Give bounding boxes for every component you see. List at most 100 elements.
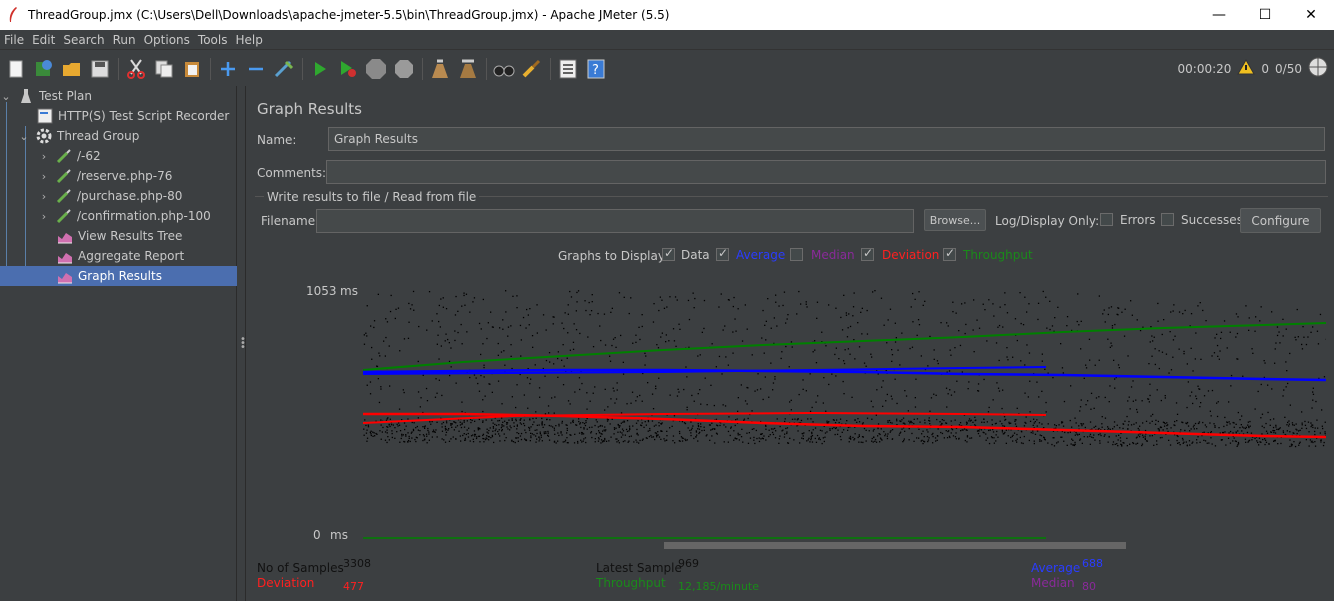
chevron-right-icon[interactable]: › bbox=[38, 190, 50, 203]
data-point bbox=[883, 324, 885, 326]
panel-splitter[interactable]: • • • bbox=[238, 86, 246, 601]
menu-tools[interactable]: Tools bbox=[196, 33, 234, 47]
tree-item-aggregate-report[interactable]: Aggregate Report bbox=[57, 246, 184, 266]
data-point bbox=[889, 308, 892, 310]
start-icon[interactable] bbox=[308, 57, 332, 81]
average-checkbox[interactable] bbox=[716, 246, 729, 261]
menu-edit[interactable]: Edit bbox=[30, 33, 61, 47]
menu-run[interactable]: Run bbox=[111, 33, 142, 47]
data-point bbox=[1289, 431, 1291, 433]
chevron-down-icon[interactable]: ⌄ bbox=[18, 130, 30, 143]
data-point bbox=[1206, 442, 1208, 444]
menu-file[interactable]: File bbox=[2, 33, 30, 47]
copy-icon[interactable] bbox=[152, 57, 176, 81]
data-point bbox=[1036, 430, 1039, 432]
shutdown-icon[interactable] bbox=[392, 57, 416, 81]
data-point bbox=[365, 424, 367, 427]
tree-item-request-2[interactable]: › /reserve.php-76 bbox=[38, 166, 172, 186]
data-point bbox=[539, 438, 541, 440]
expand-all-icon[interactable] bbox=[216, 57, 240, 81]
data-point bbox=[562, 384, 565, 386]
tree-item-view-results-tree[interactable]: View Results Tree bbox=[57, 226, 182, 246]
data-point bbox=[561, 422, 563, 424]
collapse-all-icon[interactable] bbox=[244, 57, 268, 81]
data-point bbox=[519, 373, 521, 376]
median-checkbox[interactable] bbox=[790, 248, 803, 261]
start-no-pauses-icon[interactable] bbox=[336, 57, 360, 81]
data-point bbox=[1168, 372, 1170, 374]
data-point bbox=[753, 428, 755, 430]
stop-icon[interactable] bbox=[364, 57, 388, 81]
data-point bbox=[816, 317, 818, 319]
search-binoculars-icon[interactable] bbox=[492, 57, 516, 81]
filename-field[interactable] bbox=[316, 209, 914, 233]
data-point bbox=[700, 423, 702, 425]
tree-item-recorder[interactable]: HTTP(S) Test Script Recorder bbox=[37, 106, 229, 126]
save-icon[interactable] bbox=[88, 57, 112, 81]
deviation-checkbox[interactable] bbox=[861, 246, 874, 261]
tree-item-test-plan[interactable]: ⌄ Test Plan bbox=[0, 86, 92, 106]
data-point bbox=[802, 438, 804, 440]
tree-item-request-3[interactable]: › /purchase.php-80 bbox=[38, 186, 182, 206]
tree-item-graph-results[interactable]: Graph Results bbox=[0, 266, 237, 286]
tree-item-thread-group[interactable]: ⌄ Thread Group bbox=[18, 126, 139, 146]
warning-icon[interactable] bbox=[1237, 58, 1256, 78]
data-point bbox=[1015, 439, 1017, 442]
configure-button[interactable]: Configure bbox=[1240, 208, 1321, 233]
open-icon[interactable] bbox=[60, 57, 84, 81]
clear-icon[interactable] bbox=[428, 57, 452, 81]
maximize-button[interactable]: ☐ bbox=[1242, 0, 1288, 30]
comments-field[interactable] bbox=[326, 160, 1326, 184]
data-point bbox=[809, 410, 812, 412]
tree-item-request-4[interactable]: › /confirmation.php-100 bbox=[38, 206, 211, 226]
chevron-right-icon[interactable]: › bbox=[38, 170, 50, 183]
data-point bbox=[953, 391, 956, 393]
data-point bbox=[1180, 429, 1182, 431]
data-point bbox=[1312, 441, 1314, 444]
cut-icon[interactable] bbox=[124, 57, 148, 81]
data-point bbox=[515, 437, 517, 439]
errors-checkbox[interactable] bbox=[1100, 213, 1113, 226]
data-point bbox=[1259, 320, 1261, 322]
menu-options[interactable]: Options bbox=[142, 33, 196, 47]
data-point bbox=[477, 382, 479, 385]
successes-checkbox[interactable] bbox=[1161, 213, 1174, 226]
data-point bbox=[1296, 308, 1298, 311]
browse-button[interactable]: Browse... bbox=[924, 209, 986, 231]
tree-item-request-1[interactable]: › /-62 bbox=[38, 146, 101, 166]
throughput-checkbox[interactable] bbox=[943, 246, 956, 261]
data-point bbox=[1284, 416, 1286, 418]
close-button[interactable]: ✕ bbox=[1288, 0, 1334, 30]
data-point bbox=[845, 314, 848, 316]
data-point bbox=[486, 435, 488, 437]
function-helper-icon[interactable] bbox=[556, 57, 580, 81]
data-checkbox[interactable] bbox=[662, 246, 675, 261]
help-icon[interactable]: ? bbox=[584, 57, 608, 81]
data-point bbox=[652, 436, 655, 438]
data-point bbox=[649, 427, 651, 430]
chevron-right-icon[interactable]: › bbox=[38, 210, 50, 223]
data-point bbox=[550, 425, 552, 427]
chevron-right-icon[interactable]: › bbox=[38, 150, 50, 163]
toggle-icon[interactable] bbox=[272, 57, 296, 81]
data-point bbox=[721, 373, 723, 375]
name-field[interactable]: Graph Results bbox=[328, 127, 1325, 151]
data-point bbox=[658, 377, 660, 379]
templates-icon[interactable] bbox=[32, 57, 56, 81]
paste-icon[interactable] bbox=[180, 57, 204, 81]
new-icon[interactable] bbox=[4, 57, 28, 81]
clear-all-icon[interactable] bbox=[456, 57, 480, 81]
data-point bbox=[697, 393, 699, 395]
menu-search[interactable]: Search bbox=[61, 33, 110, 47]
data-point bbox=[469, 440, 471, 442]
menu-help[interactable]: Help bbox=[233, 33, 268, 47]
reset-search-icon[interactable] bbox=[520, 57, 544, 81]
graph-horizontal-scrollbar[interactable] bbox=[664, 542, 1126, 549]
minimize-button[interactable]: — bbox=[1196, 0, 1242, 30]
chevron-down-icon[interactable]: ⌄ bbox=[0, 90, 12, 103]
data-point bbox=[437, 334, 439, 336]
data-point bbox=[463, 419, 465, 422]
data-point bbox=[697, 355, 699, 357]
data-point bbox=[1161, 333, 1163, 336]
data-point bbox=[874, 440, 876, 442]
